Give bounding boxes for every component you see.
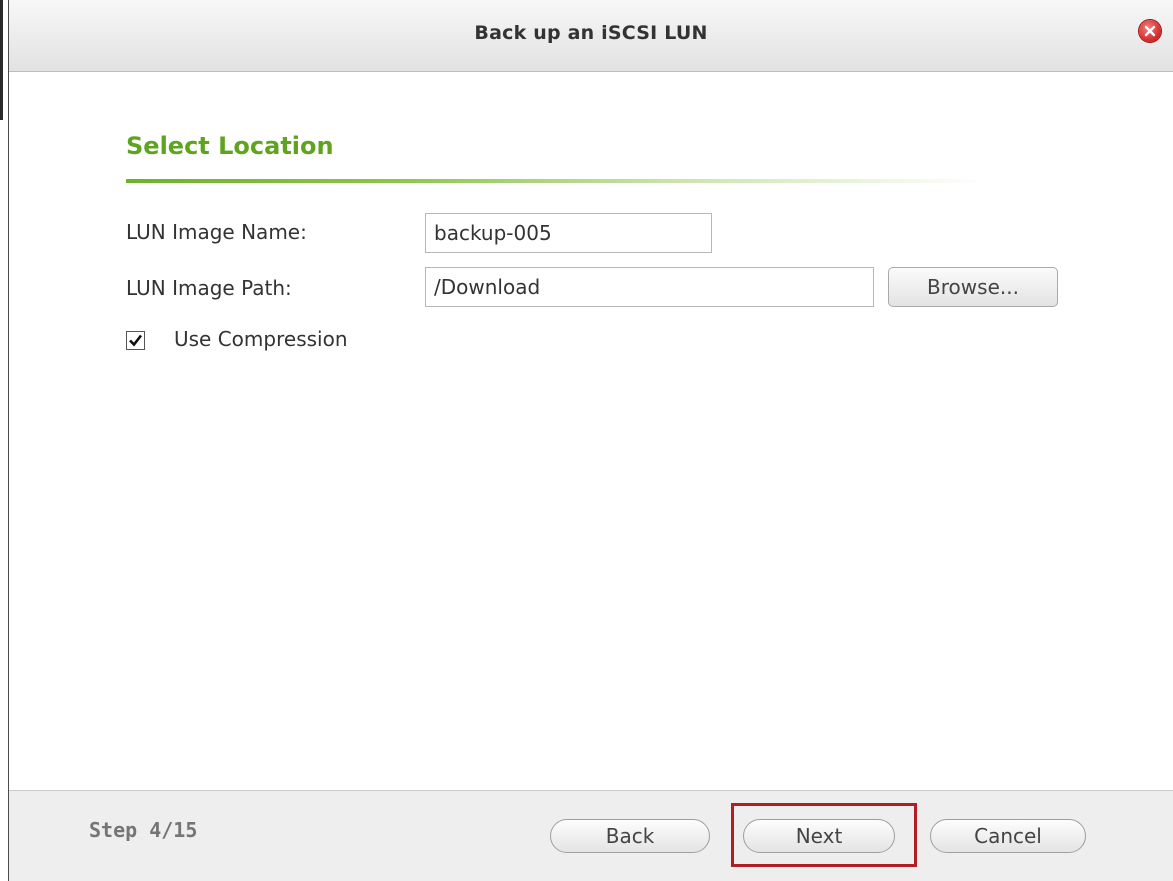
lun-image-path-label: LUN Image Path: [126,276,292,300]
step-indicator: Step 4/15 [89,818,198,842]
section-title: Select Location [126,132,334,160]
close-button[interactable] [1139,20,1161,42]
lun-image-name-input[interactable] [425,213,712,253]
lun-image-path-input[interactable] [425,267,874,307]
browse-button[interactable]: Browse... [888,267,1058,307]
dialog-title: Back up an iSCSI LUN [474,22,708,44]
window-left-edge-shadow [0,0,3,120]
window-left-edge [0,0,9,881]
cancel-button[interactable]: Cancel [930,819,1086,853]
checkmark-icon [129,334,143,347]
dialog-titlebar: Back up an iSCSI LUN [9,0,1173,72]
dialog-footer: Step 4/15 Back Next Cancel [9,790,1173,881]
next-button-highlight [731,803,917,867]
lun-image-name-label: LUN Image Name: [126,220,307,244]
section-divider [126,179,986,183]
use-compression-label[interactable]: Use Compression [174,327,348,351]
use-compression-checkbox[interactable] [126,331,145,350]
back-button[interactable]: Back [550,819,710,853]
close-icon [1144,25,1156,37]
backup-lun-dialog: Back up an iSCSI LUN Select Location LUN… [0,0,1173,881]
